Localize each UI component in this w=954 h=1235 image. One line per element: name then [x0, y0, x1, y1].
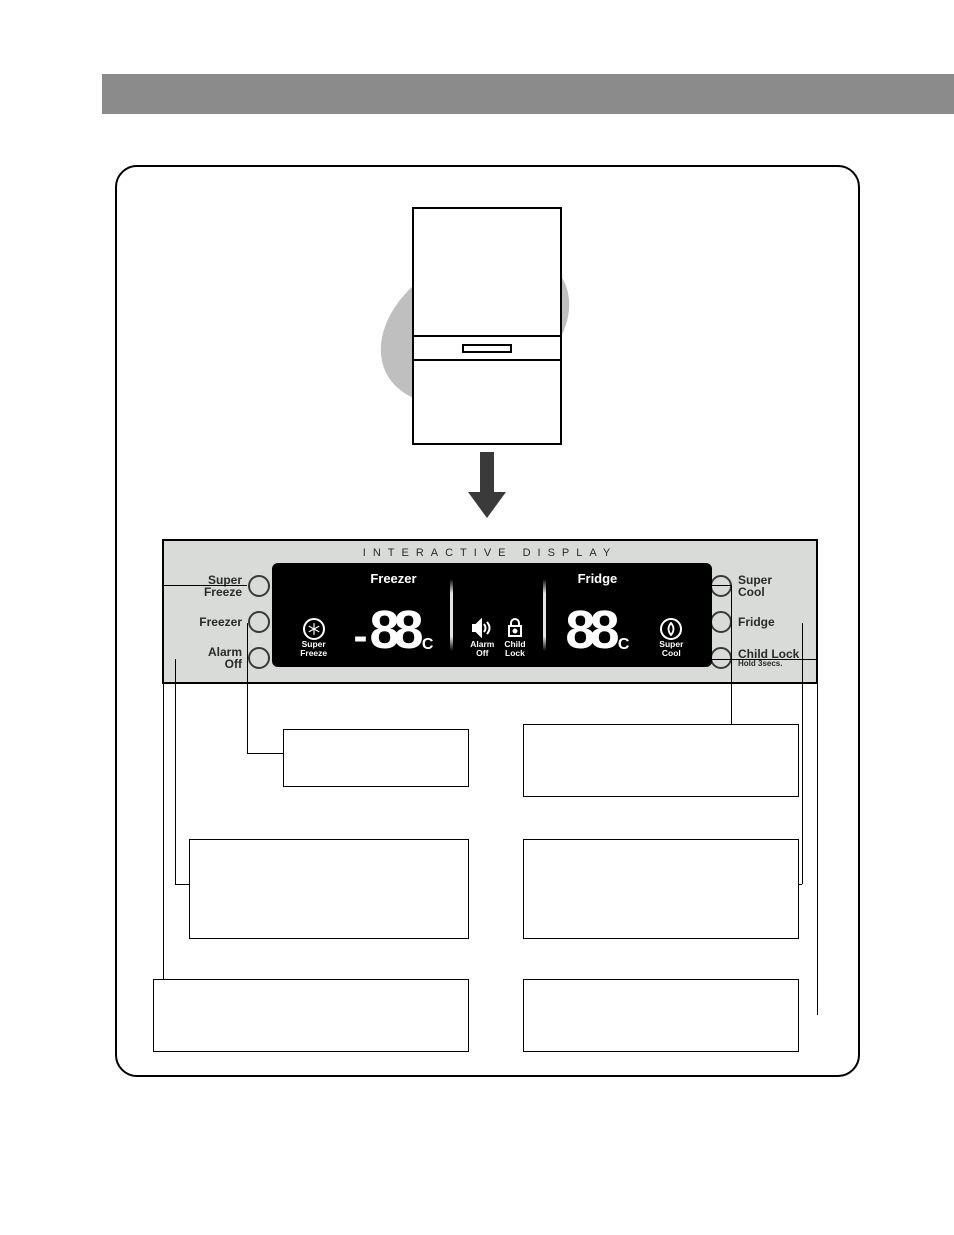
lcd-alarm-off-label: AlarmOff: [470, 640, 494, 657]
lcd-freezer-value: -88°C: [353, 603, 433, 657]
alarm-off-label: AlarmOff: [208, 646, 242, 670]
fridge-button-row: Fridge: [710, 604, 804, 640]
control-panel: INTERACTIVE DISPLAY SuperFreeze Freezer …: [162, 539, 818, 684]
super-cool-button-row: SuperCool: [710, 568, 804, 604]
alarm-off-button[interactable]: [248, 647, 270, 669]
connector-line: [163, 585, 247, 586]
header-bar: [102, 74, 954, 114]
snowflake-icon: [303, 618, 325, 640]
lcd-fridge-title: Fridge: [548, 571, 646, 586]
super-freeze-button[interactable]: [248, 575, 270, 597]
connector-line: [247, 623, 248, 753]
lock-icon: [505, 618, 525, 638]
connector-line: [817, 659, 818, 1015]
child-lock-label: Child Lock Hold 3secs.: [738, 648, 799, 668]
child-lock-button-row: Child Lock Hold 3secs.: [710, 640, 804, 676]
lcd-child-lock-stack: ChildLock: [504, 618, 525, 657]
fridge-button[interactable]: [710, 611, 732, 633]
connector-line: [684, 585, 731, 586]
lcd-freezer: Freezer -88°C: [339, 573, 447, 657]
fridge-upper-door: [414, 209, 560, 337]
freezer-button-row: Freezer: [176, 604, 270, 640]
super-cool-label: SuperCool: [738, 574, 772, 598]
fridge-handle-strip: [414, 337, 560, 361]
connector-line: [247, 753, 283, 754]
fridge-label: Fridge: [738, 616, 775, 628]
desc-box-child-lock: [523, 979, 799, 1052]
lcd-divider: [450, 579, 453, 651]
super-cool-button[interactable]: [710, 575, 732, 597]
arrow-down-icon: [472, 452, 502, 517]
lcd-fridge-value: 88°C: [565, 603, 629, 657]
lcd-super-freeze: SuperFreeze: [288, 573, 339, 657]
lcd-fridge: Fridge 88°C: [548, 573, 646, 657]
lcd-super-freeze-label: SuperFreeze: [300, 640, 327, 657]
speaker-icon: [470, 618, 494, 638]
freezer-button[interactable]: [248, 611, 270, 633]
lcd-super-cool-label: SuperCool: [659, 640, 683, 657]
droplet-icon: [660, 618, 682, 640]
connector-line: [802, 623, 803, 884]
connector-line: [163, 585, 164, 1015]
lcd-middle: AlarmOff ChildLock: [455, 573, 542, 657]
connector-line: [684, 659, 817, 660]
main-frame: INTERACTIVE DISPLAY SuperFreeze Freezer …: [115, 165, 860, 1077]
connector-line: [175, 659, 176, 884]
child-lock-button[interactable]: [710, 647, 732, 669]
panel-title: INTERACTIVE DISPLAY: [164, 547, 816, 559]
lcd-child-lock-label: ChildLock: [504, 640, 525, 657]
desc-box-super-freeze: [153, 979, 469, 1052]
super-freeze-label: SuperFreeze: [204, 574, 242, 598]
connector-line: [175, 884, 189, 885]
lcd-freezer-title: Freezer: [339, 571, 447, 586]
lcd-divider: [543, 579, 546, 651]
fridge-illustration: [357, 207, 617, 517]
freezer-label: Freezer: [199, 616, 242, 628]
super-freeze-button-row: SuperFreeze: [176, 568, 270, 604]
lcd-display: SuperFreeze Freezer -88°C: [272, 563, 712, 667]
desc-box-freezer: [283, 729, 469, 787]
lcd-alarm-off-stack: AlarmOff: [470, 618, 494, 657]
desc-box-super-cool: [523, 724, 799, 797]
desc-box-fridge: [523, 839, 799, 939]
fridge-outline: [412, 207, 562, 445]
desc-box-alarm: [189, 839, 469, 939]
alarm-off-button-row: AlarmOff: [176, 640, 270, 676]
handle-slot: [462, 344, 512, 353]
